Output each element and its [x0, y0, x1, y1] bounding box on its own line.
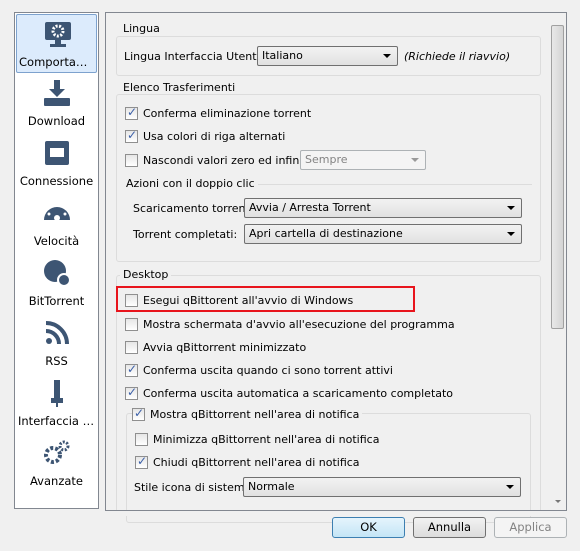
group-title: Elenco Trasferimenti — [120, 81, 239, 94]
sidebar-item-connection[interactable]: Connessione — [16, 134, 97, 193]
start-minimized-checkbox[interactable]: Avvia qBittorrent minimizzato — [125, 339, 306, 355]
panel-bottom-border — [105, 510, 567, 516]
checkbox-box — [125, 105, 138, 120]
combo-value: Normale — [248, 480, 295, 493]
language-label: Lingua Interfaccia Utente: — [124, 50, 268, 63]
ok-button[interactable]: OK — [332, 517, 405, 538]
sidebar-item-download[interactable]: Download — [16, 74, 97, 133]
combo-value: Avvia / Arresta Torrent — [249, 201, 371, 214]
completed-action-combo[interactable]: Apri cartella di destinazione — [244, 224, 522, 244]
checkbox-label: Conferma uscita quando ci sono torrent a… — [143, 363, 393, 377]
group-title: Azioni con il doppio clic — [123, 177, 258, 190]
checkbox-box — [135, 454, 148, 469]
combo-value: Apri cartella di destinazione — [249, 227, 403, 240]
restart-note: (Richiede il riavvio) — [404, 50, 511, 63]
checkbox-box — [125, 340, 138, 354]
downloading-action-combo[interactable]: Avvia / Arresta Torrent — [244, 198, 522, 218]
group-title: Lingua — [120, 22, 163, 35]
checkbox-box — [132, 406, 145, 421]
chevron-down-icon — [507, 232, 515, 236]
chevron-down-icon — [507, 206, 515, 210]
chevron-down-icon — [411, 158, 419, 162]
ethernet-icon — [45, 141, 69, 165]
checkbox-label: Nascondi valori zero ed infinito — [143, 153, 314, 167]
sidebar-item-label: Avanzate — [29, 474, 83, 488]
sidebar-item-label: Connessione — [19, 174, 94, 188]
checkbox-label: Avvia qBittorrent minimizzato — [143, 340, 307, 354]
minimize-to-tray-checkbox[interactable]: Minimizza qBittorrent nell'area di notif… — [135, 431, 379, 447]
sidebar-item-rss[interactable]: RSS — [16, 314, 97, 373]
splash-screen-checkbox[interactable]: Mostra schermata d'avvio all'esecuzione … — [125, 316, 455, 332]
chevron-down-icon — [506, 485, 514, 489]
checkbox-box — [125, 128, 138, 143]
checkbox-label: Chiudi qBittorrent nell'area di notifica — [153, 455, 360, 469]
confirm-auto-exit-checkbox[interactable]: Conferma uscita automatica a scaricament… — [125, 385, 453, 401]
checkbox-label: Usa colori di riga alternati — [143, 129, 286, 143]
speedometer-icon — [44, 203, 70, 221]
monitor-gear-icon — [45, 22, 71, 47]
category-sidebar: Comportam... Download Connessione Veloci… — [14, 12, 99, 509]
hide-zero-combo[interactable]: Sempre — [300, 150, 426, 170]
downloading-label: Scaricamento torrent: — [133, 202, 254, 215]
combo-value: Sempre — [305, 153, 348, 166]
close-to-tray-checkbox[interactable]: Chiudi qBittorrent nell'area di notifica — [135, 454, 360, 470]
rss-icon — [45, 321, 69, 345]
highlight-box — [116, 286, 415, 312]
checkbox-label: Mostra schermata d'avvio all'esecuzione … — [143, 317, 455, 331]
confirm-exit-active-checkbox[interactable]: Conferma uscita quando ci sono torrent a… — [125, 362, 393, 378]
sidebar-item-behavior[interactable]: Comportam... — [16, 14, 97, 73]
cancel-button[interactable]: Annulla — [413, 517, 486, 538]
checkbox-box — [125, 362, 138, 377]
language-combo[interactable]: Italiano — [257, 46, 398, 66]
scroll-down-arrow-icon[interactable] — [555, 500, 561, 503]
sidebar-item-advanced[interactable]: Avanzate — [16, 434, 97, 493]
sidebar-item-webui[interactable]: Interfaccia w... — [16, 374, 97, 433]
sidebar-item-label: Download — [27, 114, 86, 128]
checkbox-box — [125, 153, 138, 167]
hide-zero-checkbox[interactable]: Nascondi valori zero ed infinito — [125, 152, 313, 168]
show-tray-checkbox[interactable]: Mostra qBittorrent nell'area di notifica — [132, 406, 363, 422]
gears-icon — [44, 440, 70, 464]
checkbox-label: Minimizza qBittorrent nell'area di notif… — [153, 432, 380, 446]
apply-button[interactable]: Applica — [494, 517, 567, 538]
tray-style-label: Stile icona di sistema: — [134, 481, 256, 494]
checkbox-label: Conferma uscita automatica a scaricament… — [143, 386, 454, 400]
tray-style-combo[interactable]: Normale — [243, 477, 521, 497]
confirm-delete-checkbox[interactable]: Conferma eliminazione torrent — [125, 105, 311, 121]
checkbox-box — [135, 432, 148, 446]
checkbox-box — [125, 385, 138, 400]
checkbox-label: Mostra qBittorrent nell'area di notifica — [150, 407, 360, 421]
sidebar-item-bittorrent[interactable]: BitTorrent — [16, 254, 97, 313]
sidebar-item-label: Interfaccia w... — [18, 414, 97, 428]
sidebar-item-label: Velocità — [33, 234, 80, 248]
sidebar-item-label: BitTorrent — [28, 294, 85, 308]
scrollbar-thumb[interactable] — [551, 25, 564, 329]
completed-label: Torrent completati: — [133, 228, 238, 241]
checkbox-box — [125, 317, 138, 331]
sidebar-item-label: RSS — [45, 354, 68, 368]
web-ui-icon — [51, 380, 63, 407]
group-title: Desktop — [120, 268, 172, 281]
chevron-down-icon — [383, 54, 391, 58]
download-icon — [44, 80, 70, 106]
checkbox-label: Conferma eliminazione torrent — [143, 106, 312, 120]
combo-value: Italiano — [262, 49, 303, 62]
alt-row-colors-checkbox[interactable]: Usa colori di riga alternati — [125, 128, 285, 144]
sidebar-item-speed[interactable]: Velocità — [16, 194, 97, 253]
globe-gear-icon — [44, 260, 71, 287]
sidebar-item-label: Comportam... — [19, 55, 96, 69]
